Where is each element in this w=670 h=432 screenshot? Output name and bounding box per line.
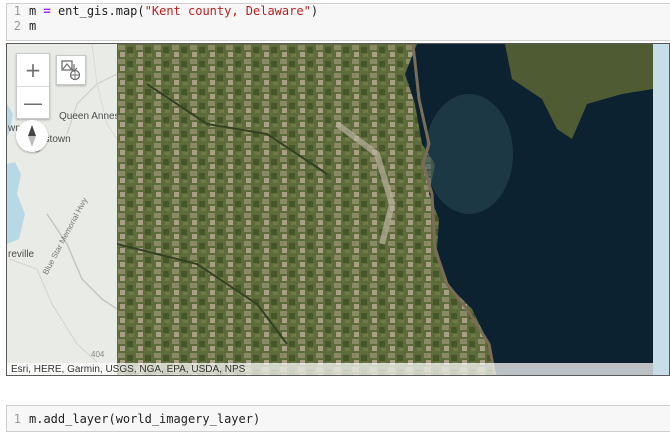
layers-icon — [61, 60, 81, 81]
zoom-in-button[interactable]: + — [17, 54, 49, 86]
map-edge-basemap — [653, 44, 669, 375]
code-line: 1 m.add_layer(world_imagery_layer) — [7, 412, 670, 427]
code-close-paren: ) — [310, 4, 319, 18]
code-cell-1[interactable]: 1 m = ent_gis.map("Kent county, Delaware… — [6, 3, 670, 41]
code-var: m — [29, 4, 37, 18]
code-call: ent_gis.map( — [57, 4, 145, 18]
line-number: 1 — [13, 412, 21, 426]
world-imagery-layer — [117, 44, 653, 375]
code-string: "Kent county, Delaware" — [144, 4, 311, 18]
layers-button[interactable] — [56, 55, 86, 85]
map-road-number: 404 — [91, 350, 105, 359]
map-attribution: Esri, HERE, Garmin, USGS, NGA, EPA, USDA… — [7, 363, 653, 375]
code-text: m — [29, 19, 37, 33]
line-number: 2 — [13, 19, 21, 33]
compass-button[interactable] — [16, 120, 48, 152]
compass-icon — [28, 125, 36, 147]
map-widget[interactable]: Queen Annes wn gstown Blue Star Memorial… — [6, 43, 670, 376]
code-text: m = ent_gis.map("Kent county, Delaware") — [29, 4, 318, 19]
line-number: 1 — [13, 4, 21, 18]
code-operator: = — [43, 4, 51, 18]
code-line: 2 m — [7, 19, 670, 34]
map-place-label: Queen Annes — [59, 111, 120, 122]
plus-icon: + — [24, 58, 42, 82]
code-line: 1 m = ent_gis.map("Kent county, Delaware… — [7, 4, 670, 19]
map-place-label: reville — [8, 249, 35, 260]
zoom-controls: + — — [16, 53, 50, 119]
code-cell-2[interactable]: 1 m.add_layer(world_imagery_layer) — [6, 405, 670, 432]
code-text: m.add_layer(world_imagery_layer) — [29, 412, 261, 426]
zoom-out-button[interactable]: — — [17, 86, 49, 118]
minus-icon: — — [23, 90, 43, 115]
